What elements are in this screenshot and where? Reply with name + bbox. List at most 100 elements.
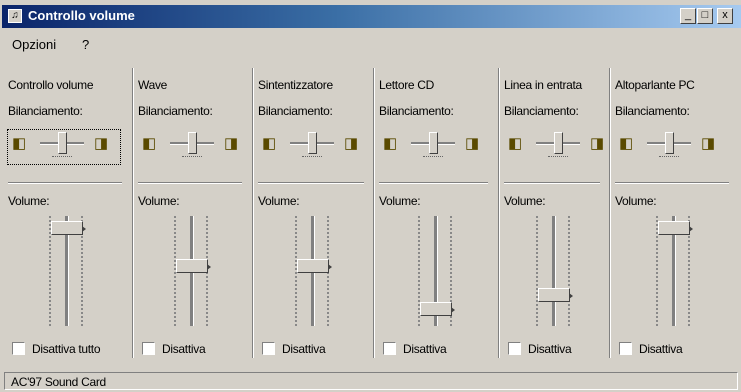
balance-ticks	[659, 156, 679, 159]
mute-label[interactable]: Disattiva	[528, 342, 572, 356]
balance-ticks	[423, 156, 443, 159]
mute-label[interactable]: Disattiva tutto	[32, 342, 101, 356]
menu-help[interactable]: ?	[82, 37, 89, 52]
right-speaker-icon: ◨	[590, 135, 605, 152]
left-speaker-icon: ◧	[383, 135, 398, 152]
mute-label[interactable]: Disattiva	[639, 342, 683, 356]
volume-label: Volume:	[138, 194, 180, 208]
volume-thumb[interactable]	[176, 259, 211, 273]
volume-thumb[interactable]	[297, 259, 332, 273]
balance-label: Bilanciamento:	[8, 104, 83, 118]
balance-thumb[interactable]	[665, 132, 674, 154]
close-icon: x	[722, 9, 728, 21]
channel-column: Linea in entrata Bilanciamento: ◧ ◨ Volume: D…	[504, 64, 612, 367]
left-speaker-icon: ◧	[508, 135, 523, 152]
balance-thumb[interactable]	[188, 132, 197, 154]
volume-ticks-right	[568, 216, 570, 326]
channel-column: Altoparlante PC Bilanciamento: ◧ ◨ Volume: Di…	[615, 64, 741, 367]
balance-slider[interactable]: ◧ ◨	[615, 130, 727, 164]
mute-checkbox[interactable]	[383, 342, 396, 355]
maximize-icon: □	[701, 9, 709, 21]
channel-name: Altoparlante PC	[615, 78, 695, 92]
status-field: AC'97 Sound Card	[4, 372, 738, 390]
volume-label: Volume:	[504, 194, 546, 208]
balance-thumb[interactable]	[308, 132, 317, 154]
channel-name: Sintentizzatore	[258, 78, 333, 92]
balance-separator	[504, 182, 600, 184]
balance-separator	[8, 182, 122, 184]
channel-name: Linea in entrata	[504, 78, 582, 92]
left-speaker-icon: ◧	[262, 135, 277, 152]
volume-thumb[interactable]	[538, 288, 573, 302]
mute-checkbox[interactable]	[12, 342, 25, 355]
maximize-button[interactable]: □	[697, 8, 713, 24]
close-button[interactable]: x	[717, 8, 733, 24]
balance-slider[interactable]: ◧ ◨	[138, 130, 250, 164]
channel-column: Wave Bilanciamento: ◧ ◨ Volume: Disattiva	[138, 64, 254, 367]
right-speaker-icon: ◨	[344, 135, 359, 152]
balance-thumb[interactable]	[58, 132, 67, 154]
volume-label: Volume:	[379, 194, 421, 208]
balance-thumb[interactable]	[429, 132, 438, 154]
volume-control-window: ♫ Controllo volume _ □ x Opzioni ? Contr…	[0, 0, 741, 392]
balance-thumb[interactable]	[554, 132, 563, 154]
balance-slider[interactable]: ◧ ◨	[504, 130, 616, 164]
mute-checkbox[interactable]	[508, 342, 521, 355]
balance-ticks	[302, 156, 322, 159]
left-speaker-icon: ◧	[12, 135, 27, 152]
volume-label: Volume:	[615, 194, 657, 208]
balance-ticks	[548, 156, 568, 159]
balance-slider[interactable]: ◧ ◨	[379, 130, 491, 164]
column-separator	[609, 68, 611, 358]
balance-label: Bilanciamento:	[138, 104, 213, 118]
column-separator	[373, 68, 375, 358]
right-speaker-icon: ◨	[701, 135, 716, 152]
mute-label[interactable]: Disattiva	[403, 342, 447, 356]
volume-label: Volume:	[8, 194, 50, 208]
balance-label: Bilanciamento:	[379, 104, 454, 118]
channel-name: Lettore CD	[379, 78, 435, 92]
volume-thumb[interactable]	[420, 302, 455, 316]
volume-ticks-left	[536, 216, 538, 326]
channel-name: Controllo volume	[8, 78, 94, 92]
left-speaker-icon: ◧	[619, 135, 634, 152]
status-bar: AC'97 Sound Card	[2, 370, 741, 392]
balance-separator	[138, 182, 242, 184]
title-bar[interactable]: ♫ Controllo volume _ □ x	[2, 5, 741, 28]
volume-track	[552, 216, 556, 326]
balance-label: Bilanciamento:	[258, 104, 333, 118]
mute-checkbox[interactable]	[142, 342, 155, 355]
mute-label[interactable]: Disattiva	[162, 342, 206, 356]
balance-label: Bilanciamento:	[615, 104, 690, 118]
volume-thumb[interactable]	[51, 221, 86, 235]
status-text: AC'97 Sound Card	[11, 375, 106, 389]
right-speaker-icon: ◨	[465, 135, 480, 152]
balance-ticks	[52, 156, 72, 159]
right-speaker-icon: ◨	[94, 135, 109, 152]
minimize-icon: _	[684, 9, 692, 21]
column-separator	[498, 68, 500, 358]
balance-separator	[615, 182, 729, 184]
channel-column: Sintentizzatore Bilanciamento: ◧ ◨ Volume: Di…	[258, 64, 376, 367]
menu-opzioni[interactable]: Opzioni	[12, 37, 56, 52]
balance-separator	[379, 182, 488, 184]
channel-column: Controllo volume Bilanciamento: ◧ ◨ Volume: D…	[7, 64, 134, 367]
right-speaker-icon: ◨	[224, 135, 239, 152]
channel-name: Wave	[138, 78, 168, 92]
minimize-button[interactable]: _	[680, 8, 696, 24]
volume-thumb[interactable]	[658, 221, 693, 235]
column-separator	[132, 68, 134, 358]
column-separator	[252, 68, 254, 358]
speaker-window-icon[interactable]: ♫	[8, 9, 22, 23]
mute-checkbox[interactable]	[262, 342, 275, 355]
balance-ticks	[182, 156, 202, 159]
balance-slider[interactable]: ◧ ◨	[7, 129, 121, 165]
volume-label: Volume:	[258, 194, 300, 208]
balance-label: Bilanciamento:	[504, 104, 579, 118]
left-speaker-icon: ◧	[142, 135, 157, 152]
menu-bar: Opzioni ?	[2, 30, 741, 60]
mute-label[interactable]: Disattiva	[282, 342, 326, 356]
window-title: Controllo volume	[28, 8, 135, 23]
mute-checkbox[interactable]	[619, 342, 632, 355]
balance-slider[interactable]: ◧ ◨	[258, 130, 370, 164]
